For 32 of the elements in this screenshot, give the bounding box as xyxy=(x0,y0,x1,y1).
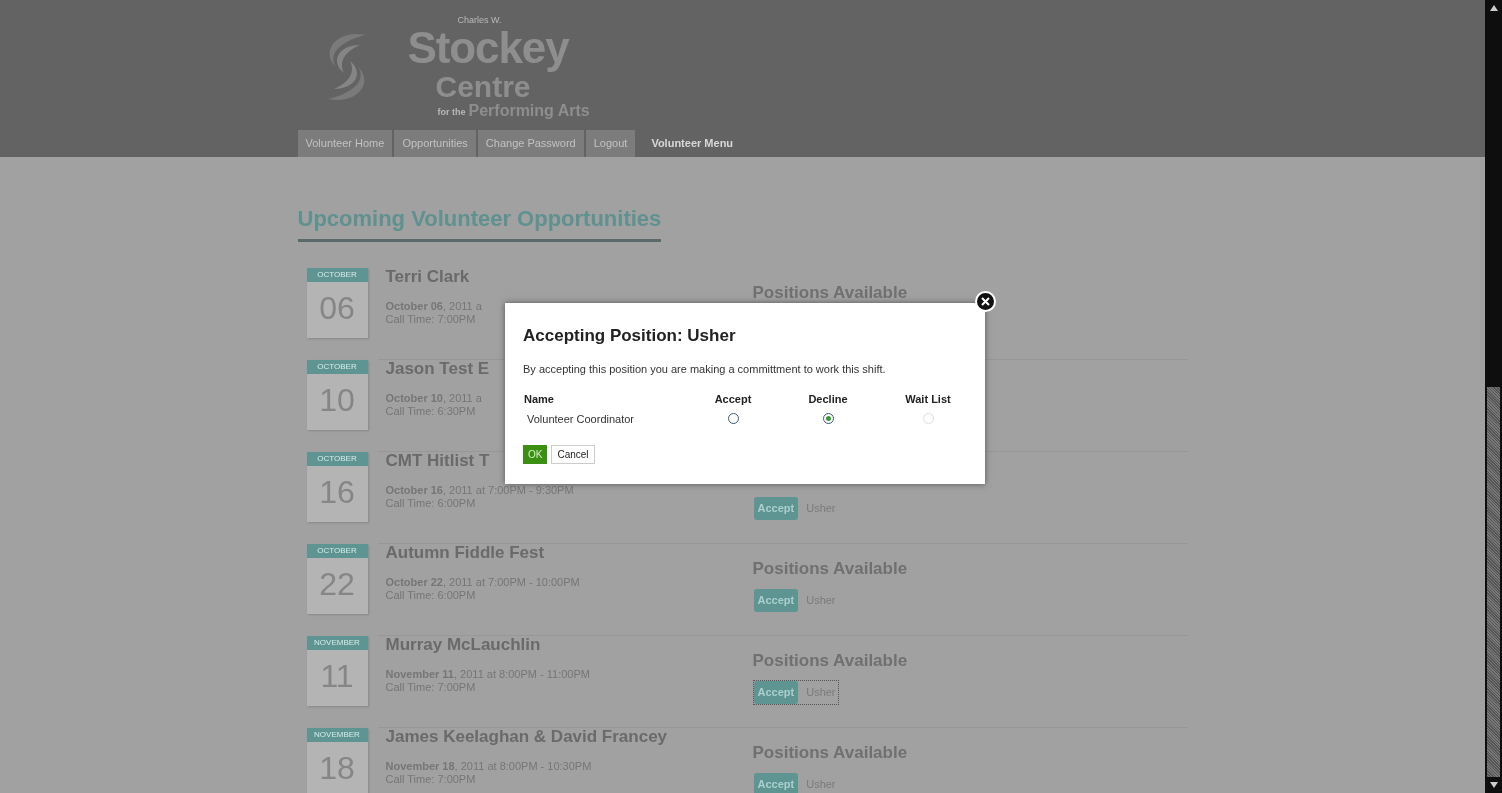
accept-button[interactable]: Accept xyxy=(753,681,799,704)
badge-month: OCTOBER xyxy=(306,452,368,466)
volunteer-name: Volunteer Coordinator xyxy=(526,411,635,427)
column-header: Accept xyxy=(714,392,752,407)
nav-tab[interactable]: Change Password xyxy=(477,130,584,157)
nav-tab[interactable]: Volunteer Home xyxy=(297,130,393,157)
ok-button[interactable]: OK xyxy=(523,445,548,464)
scroll-down-icon[interactable] xyxy=(1488,781,1499,789)
badge-month: NOVEMBER xyxy=(306,636,368,650)
dialog-message: By accepting this position you are making a committment to work this shift. xyxy=(523,361,887,377)
accept-button[interactable]: Accept xyxy=(753,589,799,612)
scroll-up-icon[interactable] xyxy=(1488,4,1499,12)
column-header: Name xyxy=(523,392,555,407)
badge-month: OCTOBER xyxy=(306,360,368,374)
cancel-button[interactable]: Cancel xyxy=(551,445,595,464)
scrollbar[interactable] xyxy=(1485,0,1502,793)
accept-button[interactable]: Accept xyxy=(753,497,799,520)
nav-tab[interactable]: Opportunities xyxy=(394,130,476,157)
badge-month: OCTOBER xyxy=(306,544,368,558)
dialog-title: Accepting Position: Usher xyxy=(523,325,737,347)
menu-title: Volunteer Menu xyxy=(650,136,735,152)
logo-overline: Charles W. xyxy=(457,15,502,25)
badge-month: OCTOBER xyxy=(306,268,368,282)
page-title: Upcoming Volunteer Opportunities xyxy=(297,202,662,242)
close-button[interactable] xyxy=(975,291,996,312)
logo-prefix: for the xyxy=(437,108,466,117)
column-header: Decline xyxy=(808,392,848,407)
nav-tab[interactable]: Logout xyxy=(585,130,636,157)
close-icon xyxy=(981,297,990,306)
column-header: Wait List xyxy=(905,392,951,407)
badge-month: NOVEMBER xyxy=(306,728,368,742)
accept-button[interactable]: Accept xyxy=(753,773,799,793)
